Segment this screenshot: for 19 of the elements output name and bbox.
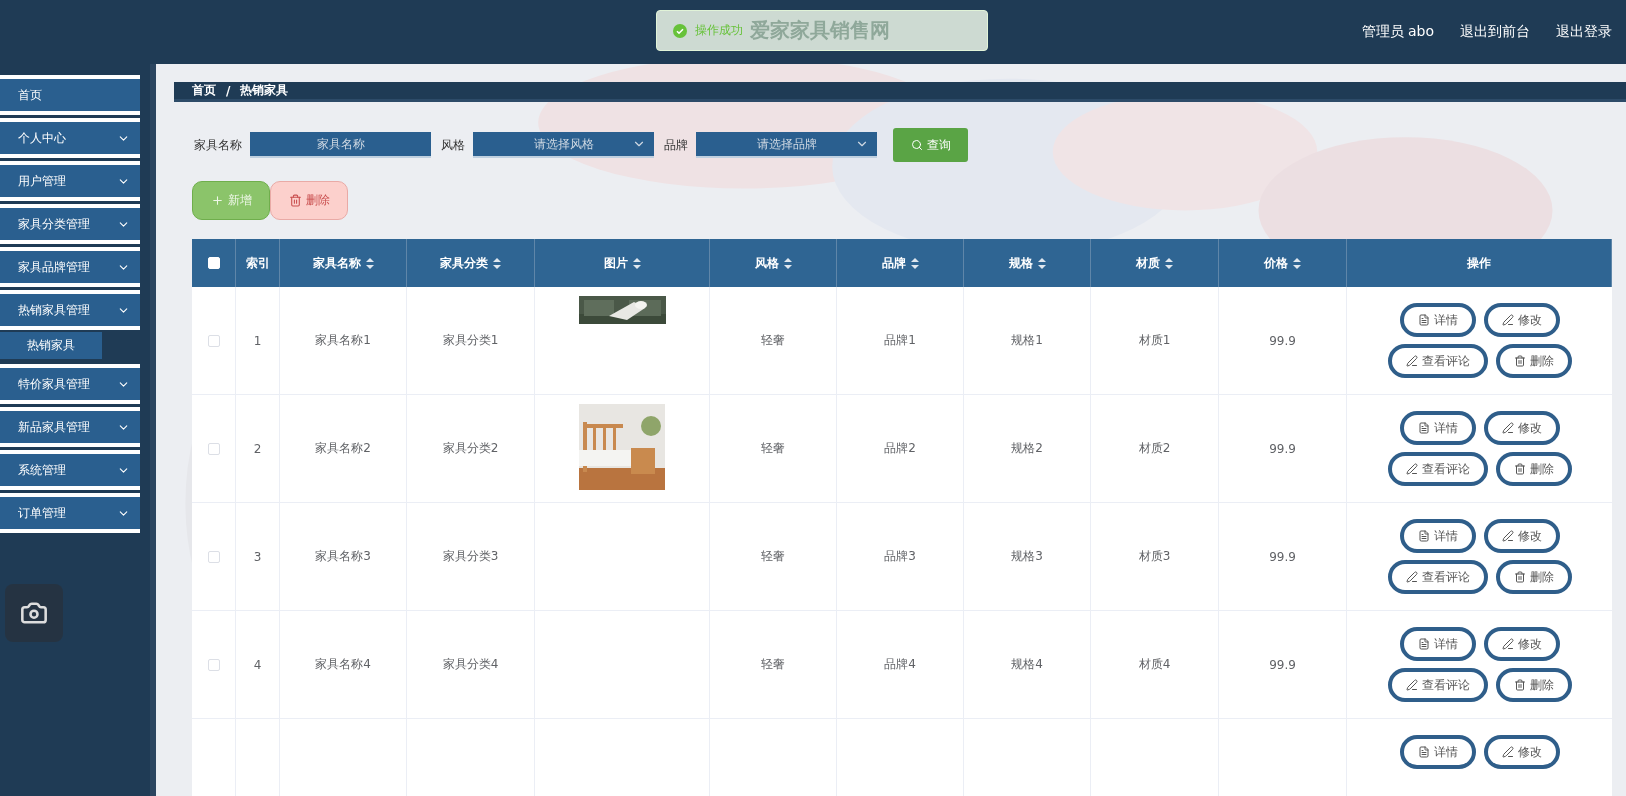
header-link[interactable]: 退出到前台 — [1460, 23, 1530, 41]
success-icon — [673, 23, 687, 38]
submenu-item[interactable]: 热销家具 — [0, 332, 102, 359]
menu-item[interactable]: 个人中心 — [0, 118, 140, 158]
menu-item[interactable]: 家具品牌管理 — [0, 247, 140, 287]
menu-item[interactable]: 订单管理 — [0, 493, 140, 533]
header-link[interactable]: 管理员 abo — [1361, 23, 1434, 41]
site-title: 爱家家具销售网 — [750, 17, 890, 44]
camera-icon — [20, 599, 48, 627]
camera-button[interactable] — [5, 584, 63, 642]
menu-item[interactable]: 家具分类管理 — [0, 204, 140, 244]
menu-item[interactable]: 系统管理 — [0, 450, 140, 490]
header-link[interactable]: 退出登录 — [1556, 23, 1612, 41]
toast-message: 操作成功 — [695, 22, 743, 39]
menu-item[interactable]: 新品家具管理 — [0, 407, 140, 447]
menu-item[interactable]: 特价家具管理 — [0, 364, 140, 404]
menu-item[interactable]: 热销家具管理 — [0, 290, 140, 330]
menu-item[interactable]: 首页 — [0, 75, 140, 115]
menu-item[interactable]: 用户管理 — [0, 161, 140, 201]
